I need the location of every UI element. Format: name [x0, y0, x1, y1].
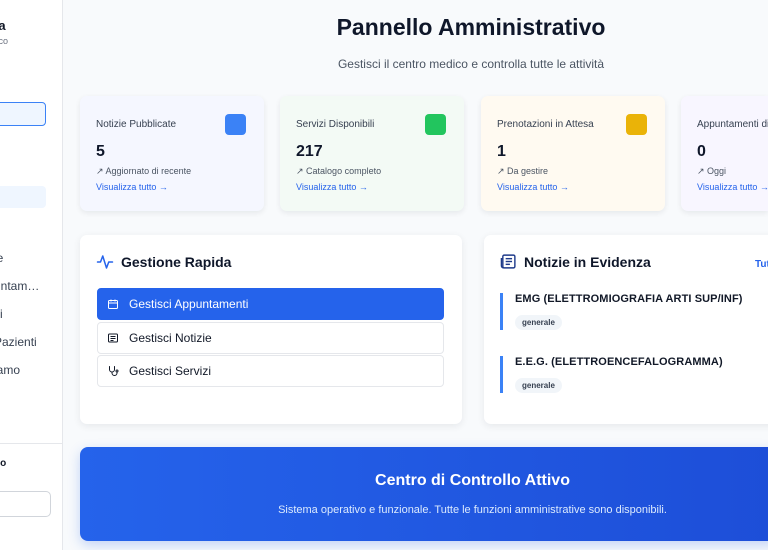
stat-value: 5 — [96, 143, 105, 160]
services-icon — [425, 114, 446, 135]
banner-title: Centro di Controllo Attivo — [375, 472, 570, 489]
view-all-link[interactable]: Visualizza tutto → — [296, 182, 368, 192]
button-label: Gestisci Appuntamenti — [129, 297, 249, 311]
sidebar-divider — [0, 443, 62, 444]
category-badge: generale — [515, 315, 562, 330]
stat-label: Notizie Pubblicate — [96, 119, 177, 130]
view-all-link[interactable]: Visualizza tutto → — [497, 182, 569, 192]
stat-card-appointments: Appuntamenti di 0 ↗ Oggi Visualizza tutt… — [681, 96, 768, 211]
sidebar-item-about[interactable]: iamo — [0, 363, 20, 377]
stethoscope-icon — [109, 366, 119, 376]
sidebar-brand-subtitle: tico — [0, 36, 9, 46]
panel-header: Notizie in Evidenza — [500, 253, 651, 270]
page-title: Pannello Amministrativo — [336, 14, 606, 40]
sidebar-item-patients[interactable]: Pazienti — [0, 335, 37, 349]
sidebar-item-services[interactable]: zi — [0, 307, 3, 321]
stat-label: Appuntamenti di — [697, 119, 768, 130]
sidebar-footer-label: ito — [0, 458, 7, 469]
featured-news-panel: Notizie in Evidenza Tut EMG (ELETTROMIOG… — [484, 235, 768, 424]
clock-icon — [626, 114, 647, 135]
stat-card-bookings: Prenotazioni in Attesa 1 ↗ Da gestire Vi… — [481, 96, 665, 211]
panel-header: Gestione Rapida — [96, 253, 231, 271]
manage-news-button[interactable]: Gestisci Notizie — [97, 322, 444, 354]
news-item[interactable]: EMG (ELETTROMIOGRAFIA ARTI SUP/INF) gene… — [500, 293, 768, 330]
sidebar-item-1[interactable]: ie — [0, 251, 3, 265]
button-label: Gestisci Notizie — [129, 331, 212, 345]
stat-value: 217 — [296, 143, 323, 160]
stat-card-news: Notizie Pubblicate 5 ↗ Aggiornato di rec… — [80, 96, 264, 211]
panel-title: Notizie in Evidenza — [524, 253, 651, 270]
stat-note: ↗ Catalogo completo — [296, 166, 382, 176]
quick-management-panel: Gestione Rapida Gestisci Appuntamenti Ge… — [80, 235, 462, 424]
manage-services-button[interactable]: Gestisci Servizi — [97, 355, 444, 387]
view-all-link[interactable]: Visualizza tutto → — [697, 182, 768, 192]
sidebar: ta tico ie untam… zi Pazienti iamo ito — [0, 0, 63, 550]
banner-text: Sistema operativo e funzionale. Tutte le… — [278, 504, 667, 516]
stat-value: 1 — [497, 143, 506, 160]
sidebar-item-highlight[interactable] — [0, 186, 46, 208]
news-icon — [225, 114, 246, 135]
sidebar-item-appointments[interactable]: untam… — [0, 279, 39, 293]
activity-icon — [96, 255, 114, 269]
category-badge: generale — [515, 378, 562, 393]
view-all-link[interactable]: Visualizza tutto → — [96, 182, 168, 192]
stat-note: ↗ Aggiornato di recente — [96, 166, 192, 176]
page-subtitle: Gestisci il centro medico e controlla tu… — [337, 57, 605, 71]
calendar-icon — [108, 299, 118, 309]
stat-label: Prenotazioni in Attesa — [497, 119, 594, 130]
sidebar-item-active[interactable] — [0, 102, 46, 126]
stat-value: 0 — [697, 143, 706, 160]
manage-appointments-button[interactable]: Gestisci Appuntamenti — [97, 288, 444, 320]
news-item[interactable]: E.E.G. (ELETTROENCEFALOGRAMMA) generale — [500, 356, 768, 393]
sidebar-footer-input[interactable] — [0, 491, 51, 517]
stat-note: ↗ Da gestire — [497, 166, 549, 176]
news-title: E.E.G. (ELETTROENCEFALOGRAMMA) — [515, 356, 723, 368]
newspaper-icon — [500, 254, 516, 269]
panel-title: Gestione Rapida — [121, 254, 232, 270]
stat-note: ↗ Oggi — [697, 166, 727, 176]
control-center-banner: Centro di Controllo Attivo Sistema opera… — [80, 447, 768, 541]
button-label: Gestisci Servizi — [129, 364, 212, 378]
newspaper-icon — [108, 333, 118, 343]
sidebar-brand: ta — [0, 18, 6, 33]
stat-card-services: Servizi Disponibili 217 ↗ Catalogo compl… — [280, 96, 464, 211]
view-all-news-link[interactable]: Tut — [755, 259, 768, 270]
stat-label: Servizi Disponibili — [296, 119, 375, 130]
news-title: EMG (ELETTROMIOGRAFIA ARTI SUP/INF) — [515, 293, 743, 305]
